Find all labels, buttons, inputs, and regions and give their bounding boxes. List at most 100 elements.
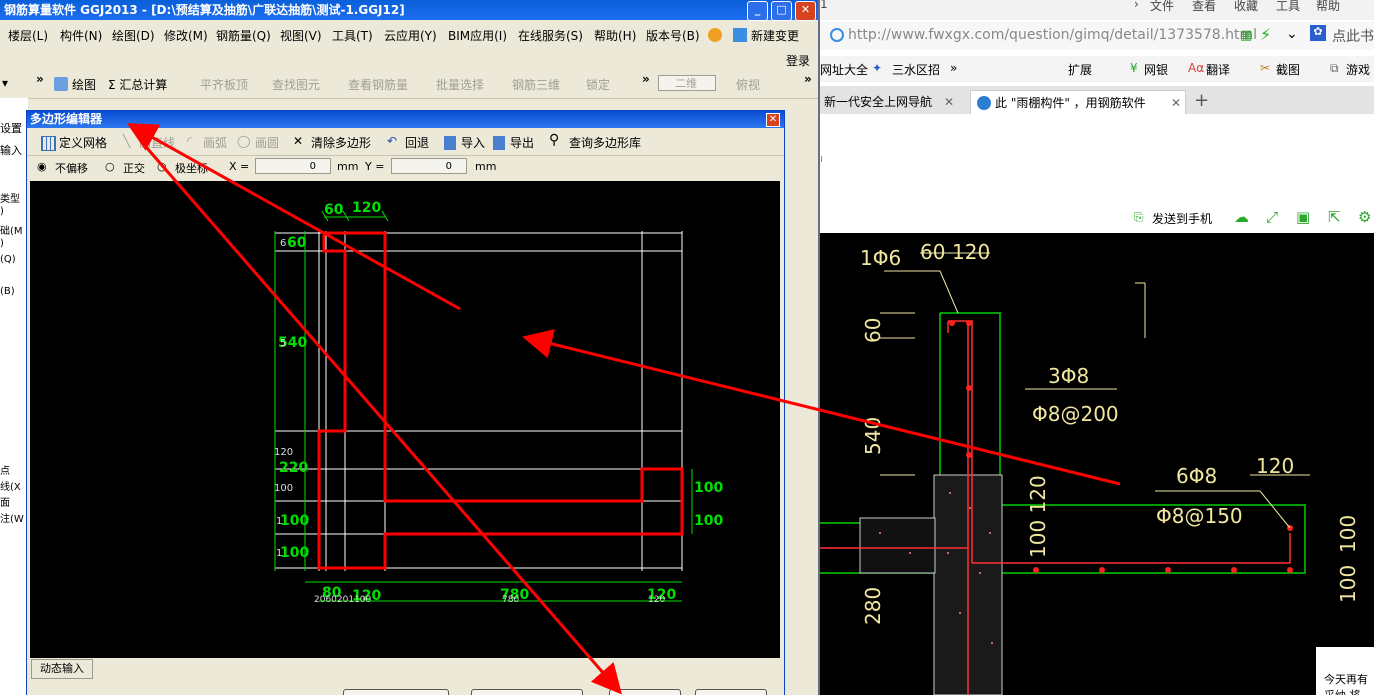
fav-more-icon[interactable]: » bbox=[950, 61, 957, 75]
undo-button[interactable]: 回退 bbox=[405, 134, 429, 151]
maximize-button[interactable]: □ bbox=[771, 1, 792, 21]
dynamic-input-tab[interactable]: 动态输入 bbox=[31, 659, 93, 679]
fav-screenshot[interactable]: 截图 bbox=[1276, 61, 1300, 78]
find-element-button[interactable]: 查找图元 bbox=[272, 76, 320, 93]
fav-extensions[interactable]: 扩展 bbox=[1068, 61, 1092, 78]
polygon-drawing[interactable]: 60 120 60 540 220 100 100 100 100 80 120… bbox=[30, 181, 780, 658]
new-tab-icon[interactable]: + bbox=[1194, 90, 1209, 111]
flat-top-button[interactable]: 平齐板顶 bbox=[200, 76, 248, 93]
cancel-button[interactable] bbox=[695, 689, 767, 695]
rebar-3d-button[interactable]: 钢筋三维 bbox=[512, 76, 560, 93]
browser-tab-bar: 新一代安全上网导航 ✕ 此 "雨棚构件" ，用钢筋软件 ✕ + bbox=[820, 86, 1374, 114]
menu-cloud[interactable]: 云应用(Y) bbox=[384, 27, 437, 44]
summary-button[interactable]: Σ 汇总计算 bbox=[108, 76, 167, 93]
menu-view[interactable]: 视图(V) bbox=[280, 27, 322, 44]
menu-modify[interactable]: 修改(M) bbox=[164, 27, 208, 44]
fav-url-directory[interactable]: 网址大全 bbox=[820, 61, 868, 78]
tab-active-question[interactable]: 此 "雨棚构件" ，用钢筋软件 ✕ bbox=[970, 90, 1186, 114]
chevron-down-icon[interactable]: ⌄ bbox=[1286, 26, 1298, 42]
draw-circle-button[interactable]: 画圆 bbox=[255, 134, 279, 151]
share-icon[interactable]: ⇱ bbox=[1328, 208, 1341, 226]
close-icon[interactable]: ✕ bbox=[1171, 91, 1181, 115]
tree-item-line[interactable]: 线(X bbox=[0, 478, 21, 493]
menu-tools[interactable]: 工具(T) bbox=[332, 27, 373, 44]
menu-rebar-quantity[interactable]: 钢筋量(Q) bbox=[216, 27, 271, 44]
tree-item-b[interactable]: (B) bbox=[0, 286, 15, 297]
top-view-button[interactable]: 俯视 bbox=[736, 76, 760, 93]
browser-menu-view[interactable]: 查看 bbox=[1192, 0, 1216, 14]
tree-item[interactable]: ) bbox=[0, 238, 4, 249]
view-mode-select[interactable]: 二维 bbox=[658, 75, 716, 91]
input-tab[interactable]: 输入 bbox=[0, 142, 22, 158]
tree-item-foundation[interactable]: 础(M bbox=[0, 222, 23, 237]
orthogonal-radio[interactable]: ○ bbox=[105, 160, 115, 173]
polygon-shape[interactable] bbox=[317, 231, 684, 570]
login-link[interactable]: 登录 bbox=[786, 52, 810, 69]
toolbar-more-icon[interactable]: » bbox=[36, 72, 44, 86]
batch-select-button[interactable]: 批量选择 bbox=[436, 76, 484, 93]
dialog-button-1[interactable] bbox=[343, 689, 449, 695]
menu-bim[interactable]: BIM应用(I) bbox=[448, 27, 507, 44]
query-library-button[interactable]: 查询多边形库 bbox=[569, 134, 641, 151]
tree-item-q[interactable]: (Q) bbox=[0, 254, 16, 265]
polygon-canvas[interactable]: 60 120 60 540 220 100 100 100 100 80 120… bbox=[30, 181, 780, 658]
url-text[interactable]: http://www.fwxgx.com/question/gimq/detai… bbox=[848, 27, 1257, 43]
baidu-icon[interactable]: ✿ bbox=[1310, 25, 1326, 41]
y-coordinate-input[interactable]: 0 bbox=[391, 158, 467, 174]
fullscreen-icon[interactable]: ⤢ bbox=[1266, 208, 1278, 226]
fav-online-bank[interactable]: 网银 bbox=[1144, 61, 1168, 78]
tree-item-type[interactable]: 类型 bbox=[0, 190, 20, 205]
site-icon bbox=[977, 96, 991, 110]
browser-menu-help[interactable]: 帮助 bbox=[1316, 0, 1340, 14]
fav-games[interactable]: 游戏 bbox=[1346, 61, 1370, 78]
dialog-button-2[interactable] bbox=[471, 689, 583, 695]
ok-button[interactable] bbox=[609, 689, 681, 695]
menu-draw[interactable]: 绘图(D) bbox=[112, 27, 155, 44]
view-rebar-button[interactable]: 查看钢筋量 bbox=[348, 76, 408, 93]
close-icon[interactable]: ✕ bbox=[944, 90, 954, 114]
save-icon[interactable]: ▣ bbox=[1296, 208, 1310, 226]
clear-polygon-button[interactable]: 清除多边形 bbox=[311, 134, 371, 151]
menu-help[interactable]: 帮助(H) bbox=[594, 27, 636, 44]
toolbar-more-icon-3[interactable]: » bbox=[804, 72, 812, 86]
toolbar-dropdown-icon[interactable]: ▾ bbox=[2, 76, 8, 90]
menu-floor[interactable]: 楼层(L) bbox=[8, 27, 48, 44]
fav-translate[interactable]: 翻译 bbox=[1206, 61, 1230, 78]
search-hint[interactable]: 点此书 bbox=[1332, 26, 1374, 46]
menu-version[interactable]: 版本号(B) bbox=[646, 27, 700, 44]
settings-tab[interactable]: 设置 bbox=[0, 120, 22, 136]
cloud-icon[interactable]: ☁ bbox=[1234, 208, 1249, 226]
menu-online[interactable]: 在线服务(S) bbox=[518, 27, 583, 44]
fav-sanshui[interactable]: 三水区招 bbox=[892, 61, 940, 78]
dim-left-100b: 100 bbox=[280, 513, 309, 529]
browser-menu-file[interactable]: 文件 bbox=[1150, 0, 1174, 14]
gear-icon[interactable]: ⚙ bbox=[1358, 208, 1371, 226]
polar-radio[interactable]: ○ bbox=[157, 160, 167, 173]
tree-item-face[interactable]: 面 bbox=[0, 494, 10, 509]
export-button[interactable]: 导出 bbox=[510, 134, 534, 151]
browser-menu-tools[interactable]: 工具 bbox=[1276, 0, 1300, 14]
no-offset-radio[interactable]: ◉ bbox=[37, 160, 47, 173]
menu-new-change[interactable]: 新建变更 bbox=[751, 27, 799, 44]
menu-component[interactable]: 构件(N) bbox=[60, 27, 102, 44]
tab-safe-navigation[interactable]: 新一代安全上网导航 ✕ bbox=[820, 90, 966, 114]
minimize-button[interactable]: _ bbox=[747, 1, 768, 21]
speed-icon[interactable]: ⚡ bbox=[1260, 25, 1271, 44]
dialog-close-button[interactable]: ✕ bbox=[766, 113, 780, 127]
toolbar-more-icon-2[interactable]: » bbox=[642, 72, 650, 86]
tree-item-point[interactable]: 点 bbox=[0, 462, 10, 477]
define-grid-button[interactable]: 定义网格 bbox=[59, 134, 107, 151]
tree-item[interactable]: ) bbox=[0, 206, 4, 217]
draw-line-button[interactable]: 画直线 bbox=[139, 134, 175, 151]
x-coordinate-input[interactable]: 0 bbox=[255, 158, 331, 174]
tree-item-note[interactable]: 注(W bbox=[0, 510, 24, 525]
address-bar[interactable]: http://www.fwxgx.com/question/gimq/detai… bbox=[820, 22, 1374, 50]
draw-button[interactable]: 绘图 bbox=[72, 76, 96, 93]
send-to-phone-button[interactable]: 发送到手机 bbox=[1152, 210, 1212, 227]
qr-icon[interactable]: ▦ bbox=[1240, 28, 1252, 43]
import-button[interactable]: 导入 bbox=[461, 134, 485, 151]
draw-arc-button[interactable]: 画弧 bbox=[203, 134, 227, 151]
close-button[interactable]: ✕ bbox=[795, 1, 816, 21]
lock-button[interactable]: 锁定 bbox=[586, 76, 610, 93]
browser-menu-favorites[interactable]: 收藏 bbox=[1234, 0, 1258, 14]
